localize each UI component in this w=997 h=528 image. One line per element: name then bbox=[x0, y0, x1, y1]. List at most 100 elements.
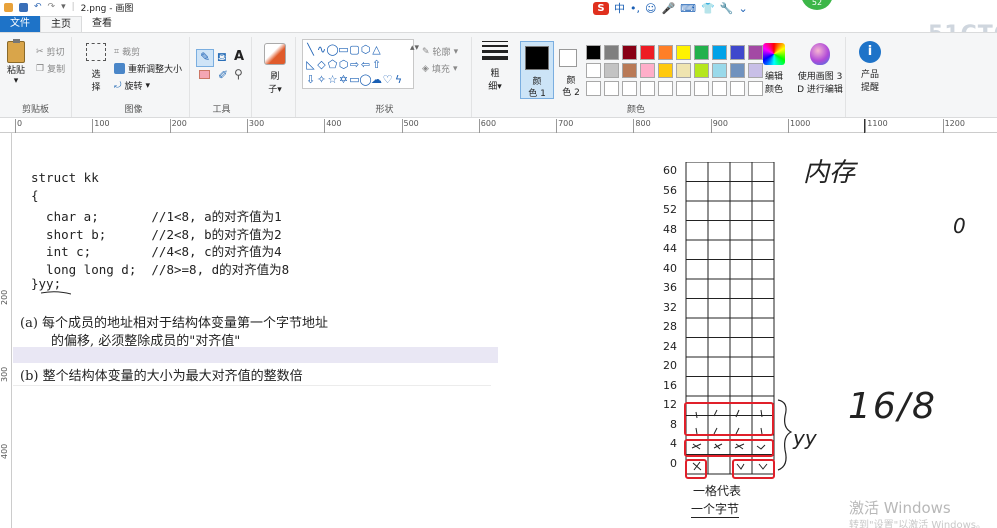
brushes-button[interactable]: 刷 子▾ bbox=[262, 43, 288, 95]
palette-swatch[interactable] bbox=[730, 81, 745, 96]
line-shape-icon[interactable]: ╲ bbox=[307, 43, 314, 56]
rotate-button[interactable]: ⤾ 旋转 ▾ bbox=[114, 79, 150, 93]
callout-cloud-shape-icon[interactable]: ☁ bbox=[371, 73, 382, 86]
magnifier-icon[interactable]: ⚲ bbox=[234, 67, 243, 81]
palette-swatch[interactable] bbox=[622, 81, 637, 96]
palette-swatch[interactable] bbox=[712, 45, 727, 60]
rainbow-icon bbox=[763, 43, 785, 65]
fill-tool-icon[interactable]: ⛾ bbox=[217, 50, 227, 66]
color-palette[interactable] bbox=[586, 45, 763, 96]
palette-swatch[interactable] bbox=[640, 81, 655, 96]
ime-more-icon[interactable]: ⌄ bbox=[738, 2, 747, 15]
right-triangle-shape-icon[interactable]: ◺ bbox=[306, 58, 314, 71]
palette-swatch[interactable] bbox=[586, 45, 601, 60]
color2-button[interactable]: 颜 色 2 bbox=[556, 41, 586, 99]
select-icon bbox=[86, 43, 106, 61]
palette-swatch[interactable] bbox=[604, 45, 619, 60]
polygon-shape-icon[interactable]: ⬡ bbox=[361, 43, 371, 56]
select-button[interactable]: 选 择 bbox=[84, 43, 108, 93]
up-arrow-shape-icon[interactable]: ⇧ bbox=[372, 58, 381, 71]
four-point-star-shape-icon[interactable]: ✧ bbox=[317, 73, 326, 86]
crop-label: 裁剪 bbox=[122, 48, 141, 58]
palette-swatch[interactable] bbox=[658, 63, 673, 78]
tab-file[interactable]: 文件 bbox=[0, 16, 40, 32]
pencil-tool-icon[interactable]: ✎ bbox=[196, 49, 214, 67]
ime-tools-icon[interactable]: 🔧 bbox=[720, 2, 734, 15]
palette-swatch[interactable] bbox=[694, 63, 709, 78]
ime-skin-icon[interactable]: 👕 bbox=[701, 2, 715, 15]
edit-colors-button[interactable]: 编辑 颜色 bbox=[760, 43, 788, 95]
palette-swatch[interactable] bbox=[586, 81, 601, 96]
palette-swatch[interactable] bbox=[604, 81, 619, 96]
resize-button[interactable]: 重新调整大小 bbox=[114, 62, 182, 75]
palette-swatch[interactable] bbox=[694, 81, 709, 96]
palette-swatch[interactable] bbox=[622, 63, 637, 78]
crop-button[interactable]: ⌗ 裁剪 bbox=[114, 45, 141, 59]
tab-home[interactable]: 主页 bbox=[40, 16, 82, 32]
five-point-star-shape-icon[interactable]: ☆ bbox=[328, 73, 338, 86]
shapes-scroll-icon[interactable]: ▴▾ bbox=[410, 43, 419, 53]
tab-view[interactable]: 查看 bbox=[82, 16, 122, 32]
left-arrow-shape-icon[interactable]: ⇦ bbox=[361, 58, 370, 71]
palette-swatch[interactable] bbox=[676, 45, 691, 60]
ime-lang[interactable]: 中 bbox=[614, 0, 625, 16]
callout-rect-shape-icon[interactable]: ▭ bbox=[349, 73, 359, 86]
palette-swatch[interactable] bbox=[658, 81, 673, 96]
quick-access-menu-icon[interactable]: ▾ bbox=[61, 2, 66, 12]
product-alert-button[interactable]: i 产品 提醒 bbox=[852, 41, 888, 93]
paste-button[interactable]: 粘贴 ▾ bbox=[4, 39, 28, 86]
oval-shape-icon[interactable]: ◯ bbox=[326, 43, 338, 56]
triangle-shape-icon[interactable]: △ bbox=[372, 43, 380, 56]
eraser-tool-icon[interactable] bbox=[199, 70, 210, 79]
undo-icon[interactable]: ↶ bbox=[34, 2, 42, 12]
fill-button[interactable]: ◈ 填充 ▾ bbox=[422, 62, 457, 76]
palette-swatch[interactable] bbox=[730, 63, 745, 78]
right-arrow-shape-icon[interactable]: ⇨ bbox=[350, 58, 359, 71]
ruler-position-marker bbox=[864, 119, 865, 133]
heart-shape-icon[interactable]: ♡ bbox=[383, 73, 393, 86]
diamond-shape-icon[interactable]: ◇ bbox=[317, 58, 325, 71]
copy-button[interactable]: ❐ 复制 bbox=[36, 62, 65, 76]
down-arrow-shape-icon[interactable]: ⇩ bbox=[306, 73, 315, 86]
ime-punct-icon[interactable]: •, bbox=[630, 2, 640, 15]
lightning-shape-icon[interactable]: ϟ bbox=[395, 73, 402, 86]
palette-swatch[interactable] bbox=[622, 45, 637, 60]
windows-activation-subtitle: 转到"设置"以激活 Windows。 bbox=[849, 520, 987, 528]
ime-emoji-icon[interactable]: ☺ bbox=[645, 2, 656, 15]
color-picker-icon[interactable]: ✐ bbox=[218, 68, 228, 82]
palette-swatch[interactable] bbox=[712, 81, 727, 96]
paint3d-button[interactable]: 使用画图 3 D 进行编辑 bbox=[794, 43, 846, 95]
curve-shape-icon[interactable]: ∿ bbox=[317, 43, 326, 56]
save-icon[interactable] bbox=[19, 2, 28, 12]
palette-swatch[interactable] bbox=[730, 45, 745, 60]
palette-swatch[interactable] bbox=[676, 81, 691, 96]
color1-button[interactable]: 颜 色 1 bbox=[520, 41, 554, 99]
six-point-star-shape-icon[interactable]: ✡ bbox=[339, 73, 348, 86]
redo-icon[interactable]: ↷ bbox=[48, 2, 56, 12]
ime-keyboard-icon[interactable]: ⌨ bbox=[680, 2, 696, 15]
drawing-canvas[interactable]: struct kk { char a; //1<8, a的对齐值为1 short… bbox=[13, 134, 997, 528]
ime-toolbar[interactable]: S 中 •, ☺ 🎤 ⌨ 👕 🔧 ⌄ bbox=[593, 0, 748, 16]
cut-button[interactable]: ✂ 剪切 bbox=[36, 45, 65, 59]
palette-swatch[interactable] bbox=[604, 63, 619, 78]
rounded-rectangle-shape-icon[interactable]: ▢ bbox=[349, 43, 359, 56]
rectangle-shape-icon[interactable]: ▭ bbox=[338, 43, 348, 56]
palette-swatch[interactable] bbox=[676, 63, 691, 78]
palette-swatch[interactable] bbox=[658, 45, 673, 60]
hexagon-shape-icon[interactable]: ⬡ bbox=[339, 58, 349, 71]
palette-swatch[interactable] bbox=[640, 63, 655, 78]
size-button[interactable]: 粗 细▾ bbox=[480, 41, 510, 92]
ime-voice-icon[interactable]: 🎤 bbox=[661, 2, 675, 15]
palette-swatch[interactable] bbox=[640, 45, 655, 60]
text-tool-icon[interactable]: A bbox=[234, 49, 244, 64]
palette-swatch[interactable] bbox=[694, 45, 709, 60]
outline-button[interactable]: ✎ 轮廓 ▾ bbox=[422, 45, 459, 59]
palette-swatch[interactable] bbox=[712, 63, 727, 78]
outline-dropdown-icon: ▾ bbox=[453, 46, 459, 57]
pentagon-shape-icon[interactable]: ⬠ bbox=[328, 58, 338, 71]
callout-oval-shape-icon[interactable]: ◯ bbox=[359, 73, 371, 86]
clipboard-group-label: 剪贴板 bbox=[21, 105, 49, 115]
shapes-gallery[interactable]: ╲ ∿ ◯ ▭ ▢ ⬡ △ ◺ ◇ ⬠ ⬡ ⇨ ⇦ ⇧ ⇩ ✧ ☆ ✡ ▭ ◯ ☁ ♡ ϟ bbox=[302, 39, 414, 89]
sogou-icon[interactable]: S bbox=[593, 1, 609, 15]
palette-swatch[interactable] bbox=[586, 63, 601, 78]
